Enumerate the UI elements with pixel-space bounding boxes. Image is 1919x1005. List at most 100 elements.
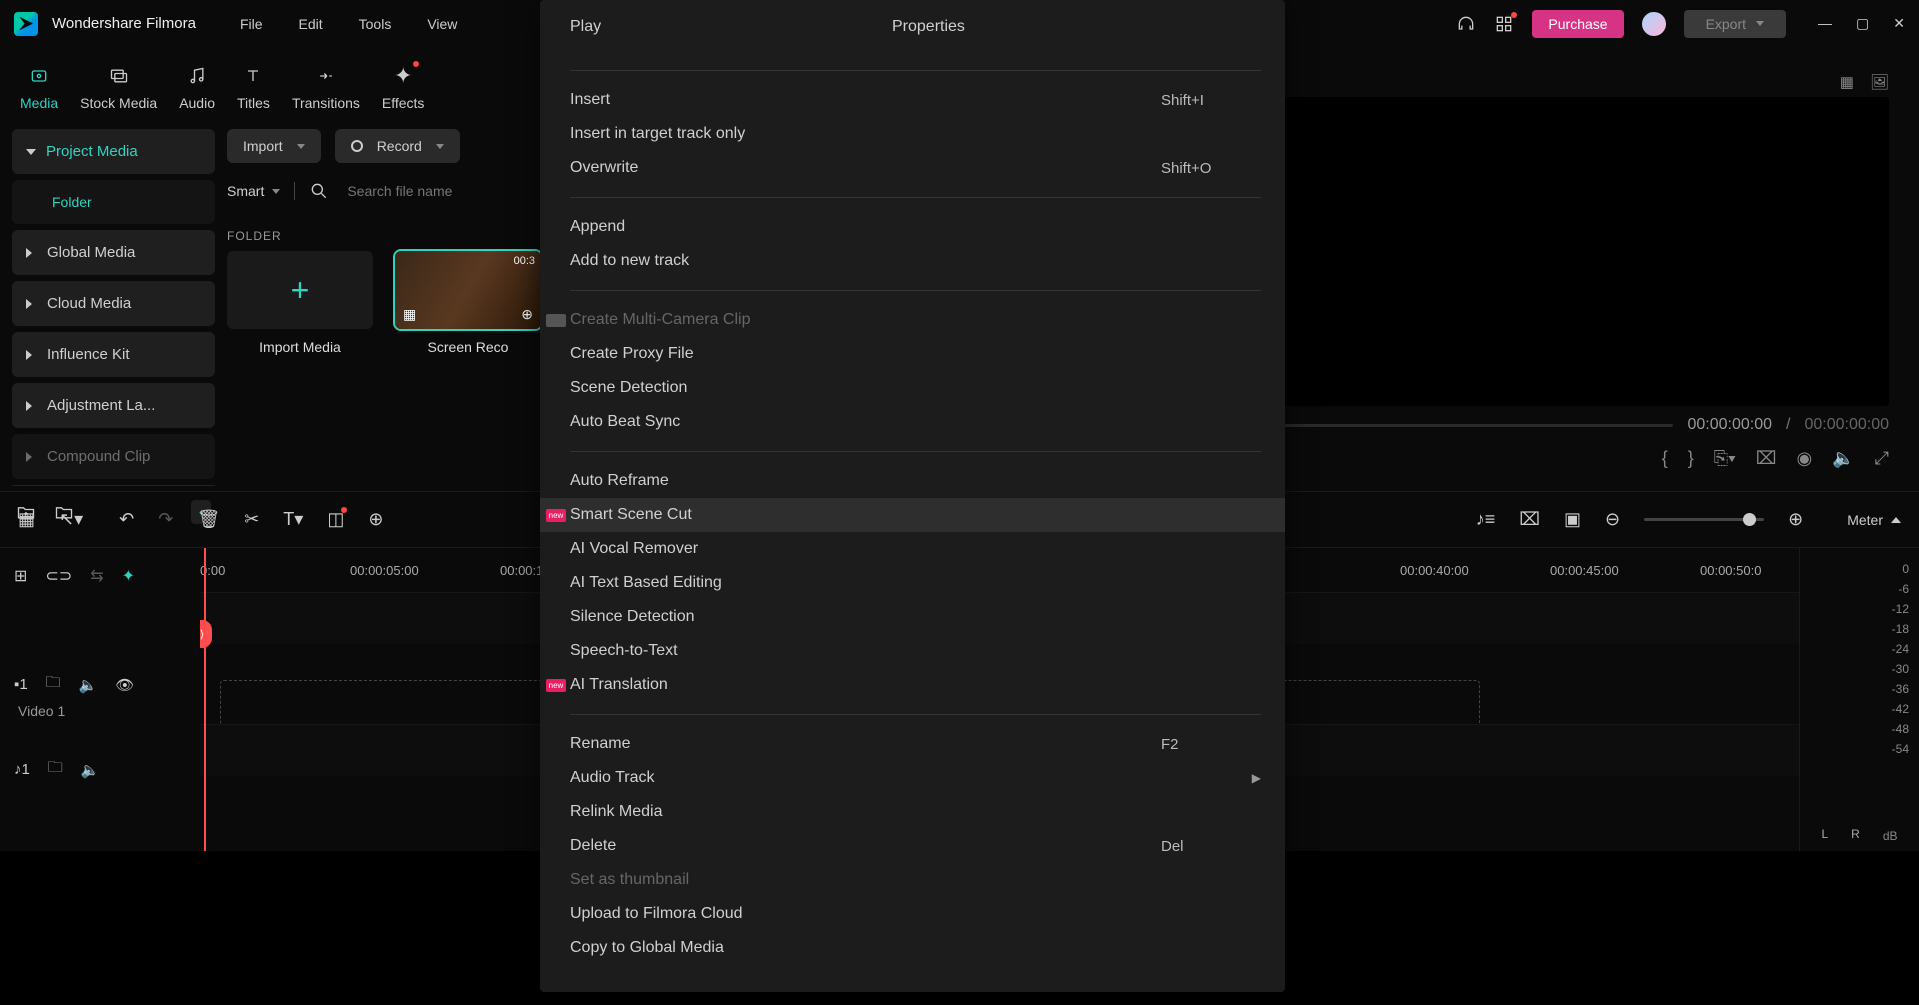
meter-toggle[interactable]: Meter — [1847, 512, 1901, 528]
visibility-icon[interactable]: 👁 — [115, 676, 134, 694]
display-icon[interactable]: ⌧ — [1756, 448, 1777, 469]
sync-icon[interactable]: ⇆ — [90, 566, 103, 586]
minimize-button[interactable]: — — [1818, 15, 1832, 32]
cm-item-audio-track[interactable]: Audio Track▶ — [540, 761, 1285, 795]
fit-icon[interactable]: ▣ — [1564, 509, 1581, 530]
mute-icon[interactable]: 🔈 — [81, 761, 100, 779]
chevron-up-icon — [1891, 517, 1901, 523]
export-button[interactable]: Export — [1684, 10, 1786, 38]
cm-item-relink-media[interactable]: Relink Media — [540, 795, 1285, 829]
cm-item-speech-to-text[interactable]: Speech-to-Text — [540, 634, 1285, 668]
audio-mix-icon[interactable]: ♪≡ — [1476, 509, 1496, 530]
text-icon[interactable]: T▾ — [283, 509, 303, 530]
insert-mode-icon[interactable]: ⊞ — [14, 566, 27, 586]
record-dropdown[interactable]: Record — [335, 129, 460, 163]
cm-item-insert[interactable]: InsertShift+I — [540, 83, 1285, 117]
tab-stock-media[interactable]: Stock Media — [80, 63, 157, 111]
folder-icon[interactable]: 🗀 — [46, 672, 61, 697]
layout-icon[interactable]: ▦ — [18, 509, 35, 530]
link-icon[interactable]: ⊂⊃ — [45, 566, 72, 586]
cm-item-silence-detection[interactable]: Silence Detection — [540, 600, 1285, 634]
menu-edit[interactable]: Edit — [299, 16, 323, 32]
avatar[interactable] — [1642, 12, 1666, 36]
mark-in-icon[interactable]: { — [1662, 448, 1668, 469]
sidebar-item-global-media[interactable]: Global Media — [12, 230, 215, 275]
tab-media[interactable]: Media — [20, 63, 58, 111]
cm-item-scene-detection[interactable]: Scene Detection — [540, 371, 1285, 405]
import-media-tile[interactable]: + Import Media — [227, 251, 373, 355]
submenu-arrow-icon: ▶ — [1252, 771, 1261, 785]
tab-transitions[interactable]: Transitions — [292, 63, 360, 111]
db-level: -18 — [1892, 622, 1909, 636]
cm-item-create-proxy-file[interactable]: Create Proxy File — [540, 337, 1285, 371]
sidebar-item-folder[interactable]: Folder — [12, 180, 215, 224]
playhead[interactable] — [204, 548, 206, 851]
media-clip-tile[interactable]: 00:3 ▦ ⊕ Screen Reco — [395, 251, 541, 355]
cm-item-append[interactable]: Append — [540, 210, 1285, 244]
audio-track-icon[interactable]: ♪1 — [14, 761, 30, 778]
render-icon[interactable]: ⌧ — [1519, 509, 1540, 530]
zoom-slider[interactable] — [1644, 518, 1764, 521]
headset-icon[interactable] — [1456, 14, 1476, 34]
cm-item-upload-to-filmora-cloud[interactable]: Upload to Filmora Cloud — [540, 897, 1285, 931]
cm-item-delete[interactable]: DeleteDel — [540, 829, 1285, 863]
folder-icon[interactable]: 🗀 — [48, 757, 63, 782]
sidebar-item-label: Compound Clip — [47, 448, 150, 465]
sidebar-item-influence-kit[interactable]: Influence Kit — [12, 332, 215, 377]
menu-view[interactable]: View — [427, 16, 457, 32]
cm-item-ai-vocal-remover[interactable]: AI Vocal Remover — [540, 532, 1285, 566]
mark-out-icon[interactable]: } — [1688, 448, 1694, 469]
sidebar-item-adjustment-layer[interactable]: Adjustment La... — [12, 383, 215, 428]
cm-properties[interactable]: Properties — [892, 18, 965, 36]
cm-item-ai-translation[interactable]: newAI Translation — [540, 668, 1285, 702]
snapshot-icon[interactable]: ◉ — [1796, 448, 1812, 469]
context-menu-header: Play Properties — [540, 18, 1285, 58]
picture-icon[interactable]: 🖼 — [1870, 73, 1889, 91]
crop-icon[interactable]: ◫ — [327, 509, 344, 530]
video-track-icon[interactable]: ▪1 — [14, 676, 28, 693]
menu-file[interactable]: File — [240, 16, 263, 32]
fullscreen-icon[interactable]: ⤢ — [1875, 448, 1889, 469]
cm-item-rename[interactable]: RenameF2 — [540, 727, 1285, 761]
import-dropdown[interactable]: Import — [227, 129, 321, 163]
tab-titles[interactable]: Titles — [237, 63, 270, 111]
split-icon[interactable]: ✂ — [244, 509, 259, 530]
cm-item-ai-text-based-editing[interactable]: AI Text Based Editing — [540, 566, 1285, 600]
maximize-button[interactable]: ▢ — [1856, 15, 1869, 32]
add-to-timeline-icon[interactable]: ⊕ — [521, 306, 533, 323]
sidebar-item-cloud-media[interactable]: Cloud Media — [12, 281, 215, 326]
search-input[interactable] — [343, 177, 541, 205]
cm-item-auto-reframe[interactable]: Auto Reframe — [540, 464, 1285, 498]
marker-list-icon[interactable]: ⎘▾ — [1714, 448, 1736, 469]
marker-icon[interactable]: ✦ — [122, 566, 135, 586]
select-tool-icon[interactable]: ↖▾ — [59, 509, 83, 530]
zoom-in-button[interactable]: ⊕ — [1788, 509, 1803, 530]
tab-audio[interactable]: Audio — [179, 63, 215, 111]
effects-tool-icon[interactable]: ⊕ — [368, 509, 383, 530]
cm-item-smart-scene-cut[interactable]: newSmart Scene Cut — [540, 498, 1285, 532]
cm-item-add-to-new-track[interactable]: Add to new track — [540, 244, 1285, 278]
sidebar-item-project-media[interactable]: Project Media — [12, 129, 215, 174]
apps-icon[interactable] — [1494, 14, 1514, 34]
cm-item-label: Audio Track — [570, 769, 1252, 787]
zoom-knob[interactable] — [1743, 513, 1756, 526]
purchase-button[interactable]: Purchase — [1532, 10, 1623, 38]
smart-filter-dropdown[interactable]: Smart — [227, 179, 280, 203]
close-button[interactable]: ✕ — [1893, 15, 1905, 32]
cm-item-copy-to-global-media[interactable]: Copy to Global Media — [540, 931, 1285, 965]
grid-view-icon[interactable]: ▦ — [1840, 73, 1854, 91]
menu-divider — [570, 290, 1261, 291]
volume-icon[interactable]: 🔈 — [1832, 448, 1854, 469]
sidebar-item-compound-clip[interactable]: Compound Clip — [12, 434, 215, 479]
cm-item-insert-in-target-track-only[interactable]: Insert in target track only — [540, 117, 1285, 151]
undo-button[interactable]: ↶ — [119, 509, 134, 530]
menu-tools[interactable]: Tools — [359, 16, 392, 32]
delete-button[interactable]: 🗑 — [197, 509, 220, 530]
tab-effects[interactable]: ✦ Effects — [382, 63, 425, 111]
mute-icon[interactable]: 🔈 — [79, 676, 98, 694]
redo-button[interactable]: ↷ — [158, 509, 173, 530]
cm-play[interactable]: Play — [570, 18, 892, 36]
zoom-out-button[interactable]: ⊖ — [1605, 509, 1620, 530]
cm-item-overwrite[interactable]: OverwriteShift+O — [540, 151, 1285, 185]
cm-item-auto-beat-sync[interactable]: Auto Beat Sync — [540, 405, 1285, 439]
